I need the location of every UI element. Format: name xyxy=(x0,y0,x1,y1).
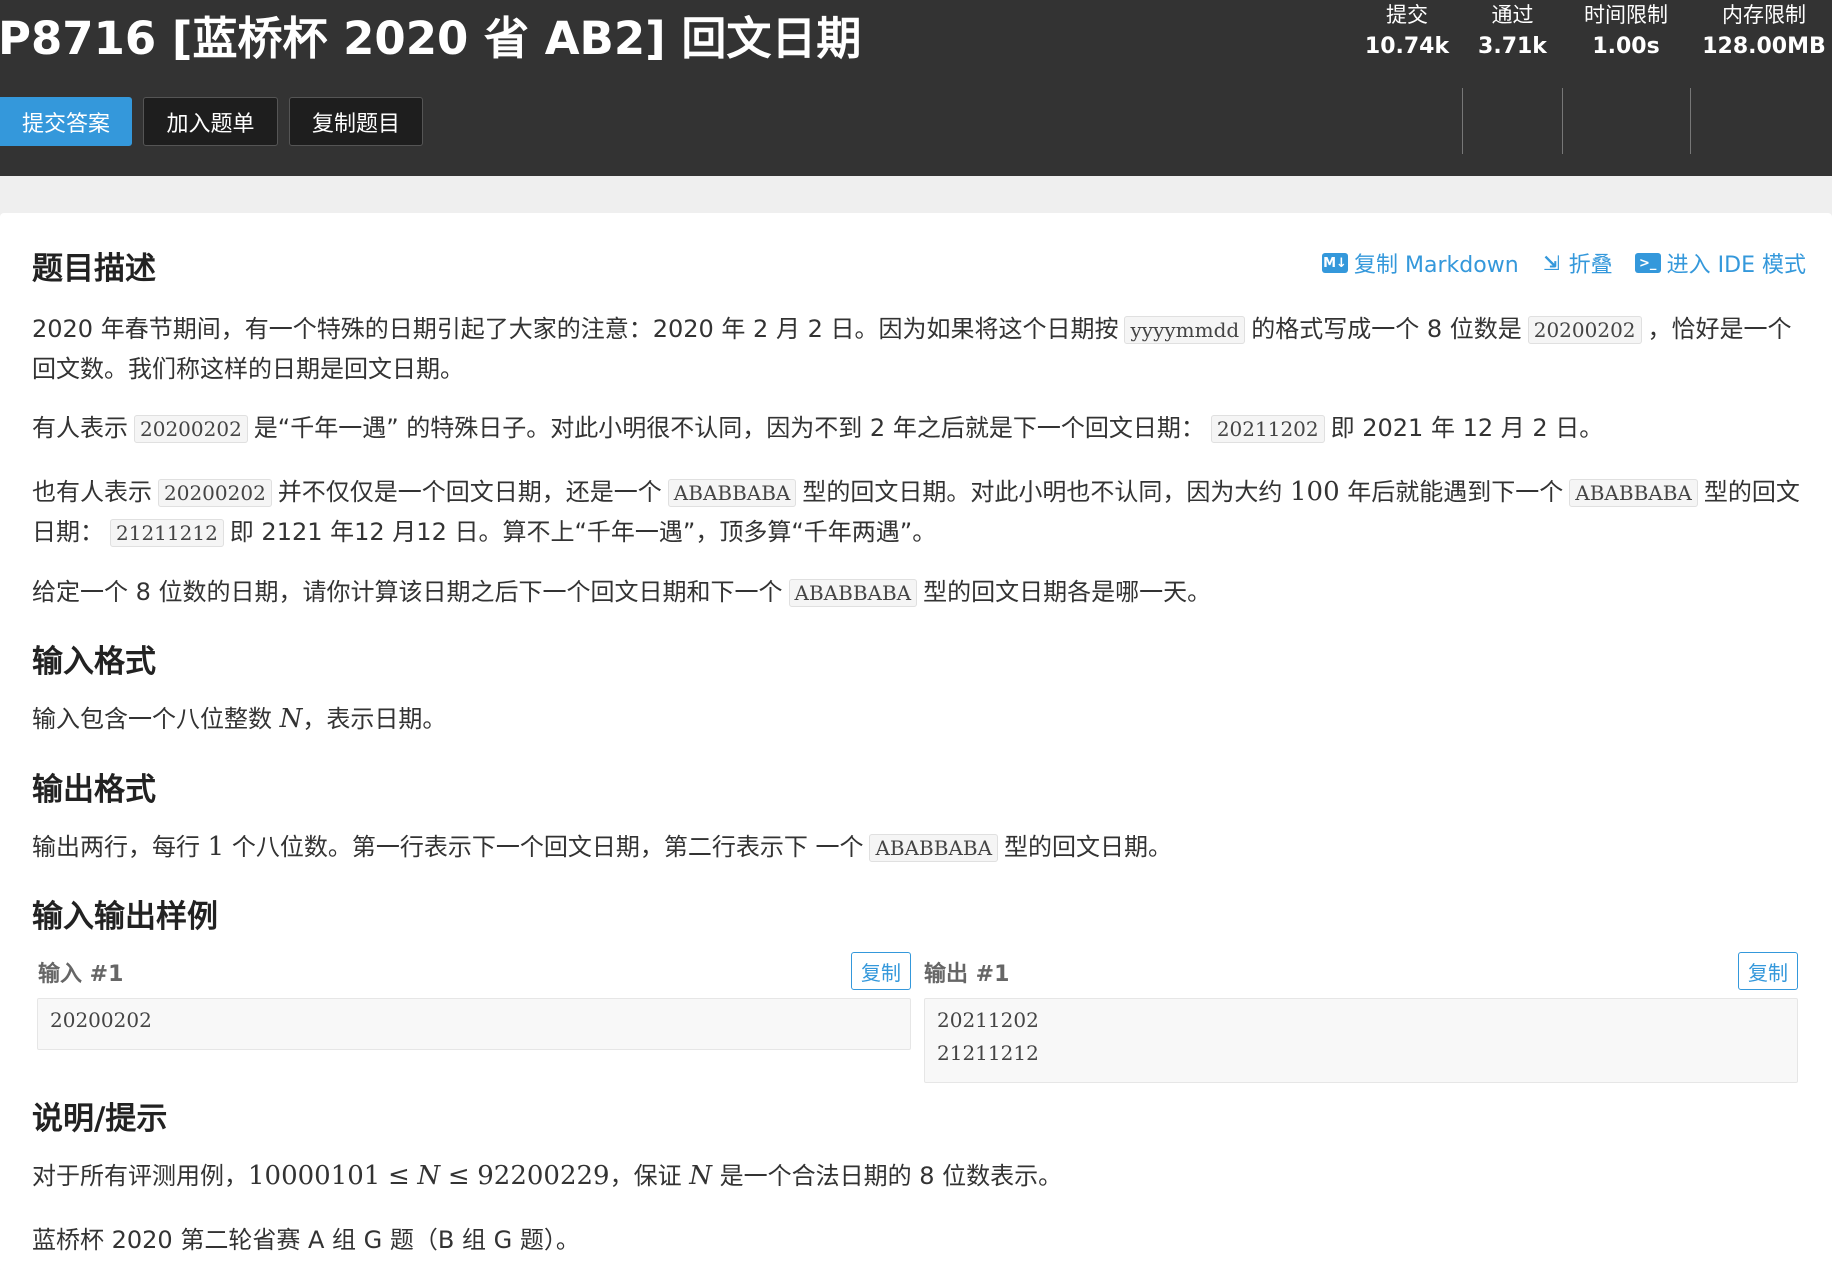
fold-label: 折叠 xyxy=(1568,253,1613,278)
text: 是“千年一遇” 的特殊日子。对此小明很不认同，因为不到 2 年之后就是下一个回文… xyxy=(253,414,1205,442)
text: 有人表示 xyxy=(32,414,128,442)
math-number: 92200229 xyxy=(477,1161,610,1191)
text: 即 2021 年 12 月 2 日。 xyxy=(1330,414,1604,442)
inline-code: ABABBABA xyxy=(1569,479,1698,507)
text: 并不仅仅是一个回文日期，还是一个 xyxy=(277,478,662,506)
copy-markdown-link[interactable]: M↓ 复制 Markdown xyxy=(1322,247,1519,279)
inline-code: 20200202 xyxy=(134,415,248,443)
section-title-hint: 说明/提示 xyxy=(32,1101,168,1137)
sample-line: 21211212 xyxy=(937,1041,1039,1065)
problem-title: P8716 [蓝桥杯 2020 省 AB2] 回文日期 xyxy=(0,12,862,65)
copy-output-button[interactable]: 复制 xyxy=(1738,952,1798,990)
math-number: 1 xyxy=(207,832,225,862)
sample-input-box[interactable]: 20200202 xyxy=(37,998,911,1050)
math-number: 10000101 xyxy=(248,1161,381,1191)
stat-divider xyxy=(1562,88,1563,154)
stat-label: 提交 xyxy=(1386,3,1428,27)
text: 的格式写成一个 8 位数是 xyxy=(1251,315,1522,343)
sample-output-label: 输出 #1 xyxy=(924,962,1010,987)
description-paragraph-3: 也有人表示 20200202 并不仅仅是一个回文日期，还是一个 ABABBABA 型的回… xyxy=(32,473,1810,553)
submit-answer-button[interactable]: 提交答案 xyxy=(0,97,132,146)
collapse-icon: ⇲ xyxy=(1543,251,1561,275)
text: 型的回文日期。对此小明也不认同，因为大约 xyxy=(802,478,1283,506)
math-variable: N xyxy=(279,704,303,734)
input-format-text: 输入包含一个八位整数 N，表示日期。 xyxy=(32,700,1810,739)
text: 个八位数。第一行表示下一个回文日期，第二行表示下 一个 xyxy=(231,833,864,861)
math-operator: ≤ xyxy=(387,1161,410,1191)
stat-divider xyxy=(1690,88,1691,154)
section-title-input: 输入格式 xyxy=(32,644,156,680)
problem-card: M↓ 复制 Markdown ⇲ 折叠 >_ 进入 IDE 模式 题目描述 20… xyxy=(0,213,1832,1270)
text: 对于所有评测用例， xyxy=(32,1162,248,1190)
inline-code: ABABBABA xyxy=(667,479,797,507)
text: 型的回文日期。 xyxy=(1004,833,1173,861)
stat-value: 3.71k xyxy=(1478,34,1547,59)
text: 即 2121 年12 月12 日。算不上“千年一遇”，顶多算“千年两遇”。 xyxy=(229,518,937,546)
inline-code: 20200202 xyxy=(158,479,272,507)
section-title-output: 输出格式 xyxy=(32,772,156,808)
copy-input-button[interactable]: 复制 xyxy=(851,952,911,990)
stat-value: 128.00MB xyxy=(1702,34,1826,59)
section-title-description: 题目描述 xyxy=(32,251,156,287)
inline-code: 20211202 xyxy=(1210,415,1325,443)
hint-constraints-text: 对于所有评测用例，10000101 ≤ N ≤ 92200229，保证 N 是一… xyxy=(32,1157,1810,1196)
text: 输出两行，每行 xyxy=(32,833,200,861)
stat-memory-limit: 内存限制 128.00MB xyxy=(1700,0,1828,66)
text: 型的回文日期各是哪一天。 xyxy=(923,578,1212,606)
add-to-list-button[interactable]: 加入题单 xyxy=(143,97,278,146)
text: 也有人表示 xyxy=(32,478,152,506)
text: ，表示日期。 xyxy=(302,705,447,733)
inline-code: 20200202 xyxy=(1527,316,1642,344)
math-number: 100 xyxy=(1290,477,1340,507)
math-operator: ≤ xyxy=(447,1161,470,1191)
stat-value: 10.74k xyxy=(1364,34,1450,59)
stat-accepted: 通过 3.71k xyxy=(1470,0,1555,66)
description-paragraph-1: 2020 年春节期间，有一个特殊的日期引起了大家的注意：2020 年 2 月 2… xyxy=(32,310,1810,389)
terminal-icon: >_ xyxy=(1634,253,1661,273)
sample-line: 20200202 xyxy=(50,1008,152,1032)
markdown-icon: M↓ xyxy=(1322,253,1349,273)
stat-submissions: 提交 10.74k xyxy=(1362,0,1452,66)
stat-divider xyxy=(1462,88,1463,154)
description-paragraph-4: 给定一个 8 位数的日期，请你计算该日期之后下一个回文日期和下一个 ABABBAB… xyxy=(32,573,1810,613)
inline-code: ABABBABA xyxy=(788,579,918,607)
copy-problem-button[interactable]: 复制题目 xyxy=(289,97,423,146)
text: 输入包含一个八位整数 xyxy=(32,705,272,733)
text: 是一个合法日期的 8 位数表示。 xyxy=(719,1162,1063,1190)
math-variable: N xyxy=(417,1161,441,1191)
sample-output-box[interactable]: 20211202 21211212 xyxy=(924,998,1798,1083)
problem-header: P8716 [蓝桥杯 2020 省 AB2] 回文日期 提交答案 加入题单 复制… xyxy=(0,0,1832,176)
description-paragraph-2: 有人表示 20200202 是“千年一遇” 的特殊日子。对此小明很不认同，因为不到 … xyxy=(32,409,1810,449)
problem-toolbar: M↓ 复制 Markdown ⇲ 折叠 >_ 进入 IDE 模式 xyxy=(1322,247,1806,279)
text: 2020 年春节期间，有一个特殊的日期引起了大家的注意：2020 年 2 月 2… xyxy=(32,315,1119,343)
stat-time-limit: 时间限制 1.00s xyxy=(1570,0,1682,66)
copy-markdown-label: 复制 Markdown xyxy=(1354,253,1519,278)
inline-code: ABABBABA xyxy=(869,834,999,862)
sample-input-label: 输入 #1 xyxy=(38,962,124,987)
text: ，保证 xyxy=(609,1162,682,1190)
sample-line: 20211202 xyxy=(937,1008,1039,1032)
stat-label: 通过 xyxy=(1491,3,1534,27)
ide-mode-label: 进入 IDE 模式 xyxy=(1666,253,1806,278)
inline-code: 21211212 xyxy=(110,519,224,547)
fold-link[interactable]: ⇲ 折叠 xyxy=(1541,247,1613,279)
section-title-samples: 输入输出样例 xyxy=(32,899,218,935)
output-format-text: 输出两行，每行 1 个八位数。第一行表示下一个回文日期，第二行表示下 一个 ABA… xyxy=(32,828,1810,868)
ide-mode-link[interactable]: >_ 进入 IDE 模式 xyxy=(1634,247,1806,279)
stat-label: 内存限制 xyxy=(1722,3,1806,27)
math-variable: N xyxy=(689,1161,712,1191)
text: 年后就能遇到下一个 xyxy=(1347,478,1564,506)
stat-value: 1.00s xyxy=(1592,34,1660,59)
hint-source-text: 蓝桥杯 2020 第二轮省赛 A 组 G 题（B 组 G 题）。 xyxy=(32,1226,580,1254)
text: 给定一个 8 位数的日期，请你计算该日期之后下一个回文日期和下一个 xyxy=(32,578,783,606)
inline-code: yyyymmdd xyxy=(1124,316,1246,344)
stat-label: 时间限制 xyxy=(1584,3,1668,27)
